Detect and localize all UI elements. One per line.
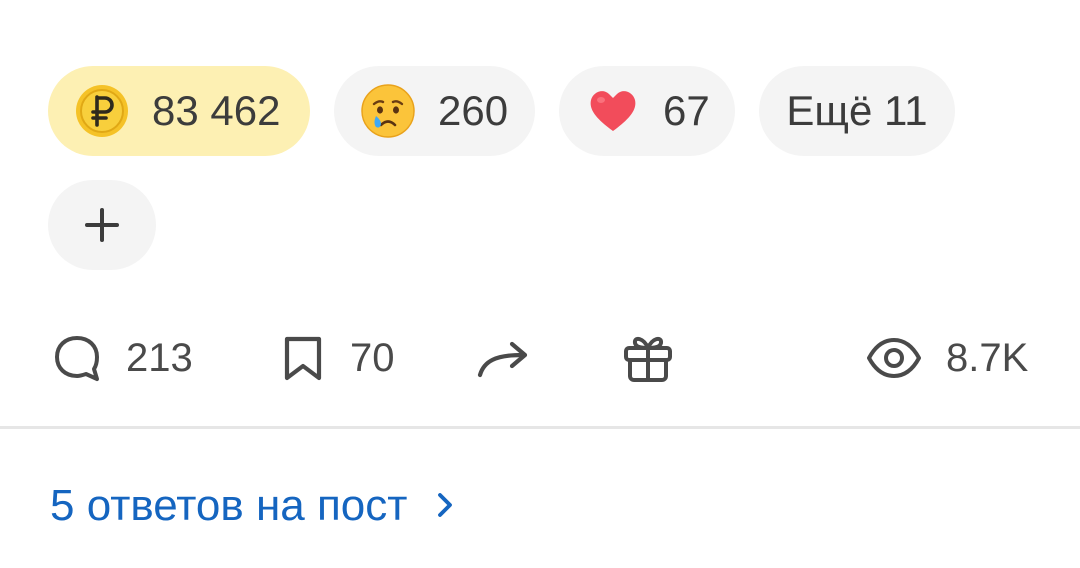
bookmark-icon [280, 333, 326, 383]
share-arrow-icon [476, 333, 532, 383]
gift-icon [620, 330, 676, 386]
comment-icon [52, 333, 102, 383]
bookmark-count: 70 [350, 335, 395, 380]
comments-button[interactable]: 213 [52, 328, 193, 388]
reaction-coins-count: 83 462 [152, 87, 281, 134]
more-reactions-button[interactable]: Ещё 11 [759, 66, 955, 156]
chevron-right-icon [435, 481, 455, 531]
gift-button[interactable] [620, 328, 676, 388]
reaction-cry-count: 260 [438, 87, 509, 134]
reaction-cry-button[interactable]: 260 [334, 66, 535, 156]
plus-icon [85, 208, 119, 242]
crying-face-icon [360, 83, 416, 139]
divider [0, 426, 1080, 429]
eye-icon [866, 333, 922, 383]
replies-label: 5 ответов на пост [50, 481, 408, 530]
reaction-heart-count: 67 [663, 87, 710, 134]
share-button[interactable] [476, 328, 532, 388]
replies-link[interactable]: 5 ответов на пост [50, 476, 455, 536]
reaction-coins-button[interactable]: 83 462 [48, 66, 310, 156]
bookmark-button[interactable]: 70 [280, 328, 395, 388]
views-indicator: 8.7K [866, 328, 1028, 388]
ruble-coin-icon [74, 83, 130, 139]
add-reaction-button[interactable] [48, 180, 156, 270]
reaction-heart-button[interactable]: 67 [559, 66, 735, 156]
post-footer: 83 462 260 67 Ещё 11 213 70 8.7K 5 ответ… [0, 0, 1080, 568]
comments-count: 213 [126, 335, 193, 380]
views-count: 8.7K [946, 335, 1029, 380]
heart-icon [585, 83, 641, 139]
more-reactions-label: Ещё 11 [786, 87, 928, 134]
